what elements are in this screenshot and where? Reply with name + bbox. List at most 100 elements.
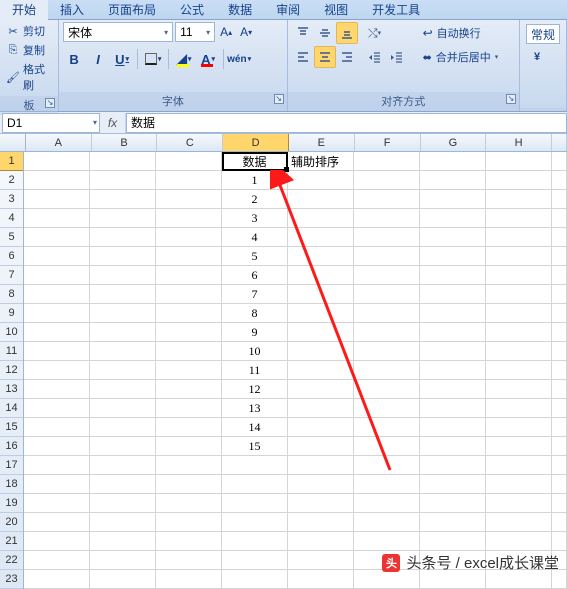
- font-launcher-icon[interactable]: ↘: [274, 94, 284, 104]
- row-header[interactable]: 12: [0, 361, 23, 380]
- cell[interactable]: [24, 399, 90, 418]
- cell[interactable]: [90, 266, 156, 285]
- cell[interactable]: [156, 361, 222, 380]
- col-header-c[interactable]: C: [157, 134, 223, 151]
- tab-developer[interactable]: 开发工具: [360, 0, 432, 20]
- col-header-d[interactable]: D: [223, 134, 289, 151]
- cell[interactable]: [222, 551, 288, 570]
- row-header[interactable]: 7: [0, 266, 23, 285]
- row-header[interactable]: 15: [0, 418, 23, 437]
- align-right-button[interactable]: [336, 46, 358, 68]
- cell[interactable]: [420, 399, 486, 418]
- cell[interactable]: [222, 570, 288, 589]
- cell[interactable]: 1: [222, 171, 288, 190]
- cell[interactable]: [552, 361, 567, 380]
- cell[interactable]: [288, 513, 354, 532]
- cell[interactable]: [90, 456, 156, 475]
- cell[interactable]: [24, 304, 90, 323]
- row-header[interactable]: 8: [0, 285, 23, 304]
- cell[interactable]: [486, 418, 552, 437]
- cell[interactable]: 8: [222, 304, 288, 323]
- cell[interactable]: [90, 304, 156, 323]
- cell[interactable]: [354, 304, 420, 323]
- cell[interactable]: [24, 342, 90, 361]
- cell[interactable]: [486, 399, 552, 418]
- cell[interactable]: [552, 228, 567, 247]
- align-middle-button[interactable]: [314, 22, 336, 44]
- cell[interactable]: [354, 266, 420, 285]
- row-header[interactable]: 21: [0, 532, 23, 551]
- cell[interactable]: [552, 380, 567, 399]
- cell[interactable]: [222, 513, 288, 532]
- cell[interactable]: 7: [222, 285, 288, 304]
- cell[interactable]: [24, 361, 90, 380]
- cell[interactable]: [90, 209, 156, 228]
- row-header[interactable]: 17: [0, 456, 23, 475]
- cell[interactable]: [288, 171, 354, 190]
- row-header[interactable]: 20: [0, 513, 23, 532]
- cell[interactable]: [156, 570, 222, 589]
- cell[interactable]: [288, 323, 354, 342]
- currency-button[interactable]: ¥: [526, 46, 548, 68]
- cell[interactable]: [24, 266, 90, 285]
- decrease-indent-button[interactable]: [364, 46, 386, 68]
- cell[interactable]: [24, 513, 90, 532]
- cell[interactable]: [552, 494, 567, 513]
- col-header-i[interactable]: [552, 134, 567, 151]
- cell[interactable]: [420, 361, 486, 380]
- cell[interactable]: [552, 323, 567, 342]
- cell[interactable]: [156, 551, 222, 570]
- row-header[interactable]: 22: [0, 551, 23, 570]
- cell[interactable]: [552, 437, 567, 456]
- cell[interactable]: [222, 532, 288, 551]
- row-header[interactable]: 4: [0, 209, 23, 228]
- row-header[interactable]: 6: [0, 247, 23, 266]
- cell[interactable]: [486, 513, 552, 532]
- cell[interactable]: [288, 304, 354, 323]
- cell[interactable]: [420, 418, 486, 437]
- cell[interactable]: [354, 456, 420, 475]
- cell[interactable]: [486, 209, 552, 228]
- cell[interactable]: [420, 247, 486, 266]
- copy-button[interactable]: ⎘ 复制: [4, 41, 54, 59]
- cell[interactable]: [90, 475, 156, 494]
- row-header[interactable]: 16: [0, 437, 23, 456]
- cell[interactable]: [24, 152, 90, 171]
- cell[interactable]: [24, 247, 90, 266]
- cell[interactable]: [156, 171, 222, 190]
- row-header[interactable]: 18: [0, 475, 23, 494]
- cell[interactable]: [90, 342, 156, 361]
- cell[interactable]: [90, 494, 156, 513]
- cell[interactable]: [420, 437, 486, 456]
- cell[interactable]: [288, 209, 354, 228]
- cell[interactable]: [288, 361, 354, 380]
- cell[interactable]: [486, 152, 552, 171]
- clipboard-launcher-icon[interactable]: ↘: [45, 98, 55, 108]
- row-header[interactable]: 2: [0, 171, 23, 190]
- fx-button[interactable]: fx: [100, 113, 126, 133]
- cell[interactable]: 4: [222, 228, 288, 247]
- cell[interactable]: [288, 190, 354, 209]
- col-header-f[interactable]: F: [355, 134, 421, 151]
- decrease-font-button[interactable]: A▾: [237, 22, 255, 42]
- cell[interactable]: [552, 532, 567, 551]
- cell[interactable]: [156, 399, 222, 418]
- cell[interactable]: [552, 342, 567, 361]
- cell[interactable]: 10: [222, 342, 288, 361]
- cell[interactable]: [90, 152, 156, 171]
- cell[interactable]: [24, 380, 90, 399]
- cell[interactable]: [486, 437, 552, 456]
- row-header[interactable]: 13: [0, 380, 23, 399]
- cell[interactable]: [24, 570, 90, 589]
- formula-input[interactable]: 数据: [126, 113, 567, 133]
- cell[interactable]: [156, 190, 222, 209]
- wrap-text-button[interactable]: ↩ 自动换行: [416, 22, 506, 44]
- align-center-button[interactable]: [314, 46, 336, 68]
- cell[interactable]: [24, 228, 90, 247]
- cell[interactable]: [156, 513, 222, 532]
- cell[interactable]: [288, 551, 354, 570]
- cell[interactable]: [156, 532, 222, 551]
- cell[interactable]: [486, 266, 552, 285]
- tab-insert[interactable]: 插入: [48, 0, 96, 20]
- cell[interactable]: [354, 399, 420, 418]
